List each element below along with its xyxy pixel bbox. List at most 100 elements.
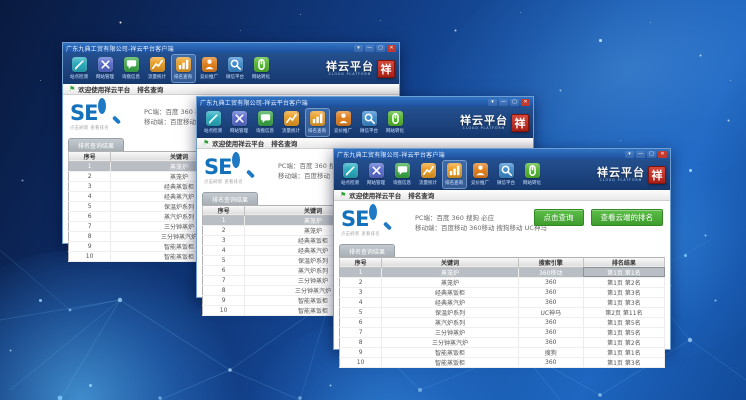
table-row[interactable]: 4经典蒸汽炉360第1页 第3名: [340, 297, 665, 307]
skin-button[interactable]: ▾: [625, 151, 634, 158]
col-header-keyword[interactable]: 关键词: [382, 257, 519, 267]
section-title: 排名查询: [137, 84, 163, 94]
welcome-bar: ⚑ 欢迎使用祥云平台 排名查询: [63, 84, 399, 95]
brand-badge-icon: 祥: [511, 114, 529, 132]
seo-panel: SE 点击刷新 查看排名 PC端：百度 360 搜狗 必应 移动端：百度移动 3…: [334, 201, 670, 244]
toolbar-item-site-check[interactable]: 站点检测: [201, 108, 226, 137]
minimize-button[interactable]: —: [499, 99, 508, 106]
toolbar-item-site-check[interactable]: 站点检测: [67, 54, 92, 83]
toolbar-item-wechat[interactable]: 微信平台: [223, 54, 248, 83]
results-tab[interactable]: 排名查询结果: [339, 244, 395, 257]
table-row[interactable]: 7三分钟蒸炉360第1页 第5名: [340, 327, 665, 337]
pc-engines: PC端：百度 360 搜狗 必应: [415, 213, 547, 223]
minimize-button[interactable]: —: [636, 151, 645, 158]
brand-name: 祥云平台: [597, 168, 645, 178]
rank-icon: [176, 57, 191, 72]
site-manage-icon: [98, 57, 113, 72]
results-tab[interactable]: 排名查询结果: [202, 192, 258, 205]
welcome-text: 欢迎使用祥云平台: [212, 138, 264, 148]
toolbar-item-inquiry[interactable]: 询盘信息: [119, 54, 144, 83]
brand-badge-icon: 祥: [648, 166, 666, 184]
brand-subtitle: CLOUD PLATFORM: [328, 72, 371, 76]
col-header-index[interactable]: 序号: [69, 151, 111, 161]
skin-button[interactable]: ▾: [354, 45, 363, 52]
welcome-text: 欢迎使用祥云平台: [78, 84, 130, 94]
toolbar-item-convert[interactable]: 网站转化: [520, 160, 545, 189]
brand-name: 祥云平台: [326, 62, 374, 72]
maximize-button[interactable]: ▢: [510, 99, 519, 106]
section-title: 排名查询: [408, 190, 434, 200]
view-cloud-rank-button[interactable]: 查看云端的排名: [591, 209, 664, 226]
title-bar[interactable]: 广东九典工贸有限公司-祥云平台客户端 ▾ — ▢ ✕: [197, 97, 533, 107]
toolbar-item-traffic[interactable]: 流量统计: [145, 54, 170, 83]
wechat-icon: [228, 57, 243, 72]
maximize-button[interactable]: ▢: [647, 151, 656, 158]
toolbar-item-traffic[interactable]: 流量统计: [279, 108, 304, 137]
toolbar-item-convert[interactable]: 网站转化: [249, 54, 274, 83]
toolbar-item-inquiry[interactable]: 询盘信息: [390, 160, 415, 189]
app-window: 广东九典工贸有限公司-祥云平台客户端 ▾ — ▢ ✕ 站点检测网站管理询盘信息流…: [333, 148, 671, 350]
toolbar-item-bid[interactable]: 竞价推广: [331, 108, 356, 137]
toolbar-item-site-check[interactable]: 站点检测: [338, 160, 363, 189]
close-button[interactable]: ✕: [387, 45, 396, 52]
maximize-button[interactable]: ▢: [376, 45, 385, 52]
close-button[interactable]: ✕: [658, 151, 667, 158]
table-row[interactable]: 5保温炉系列UC神马第2页 第11名: [340, 307, 665, 317]
site-check-icon: [343, 163, 358, 178]
toolbar-item-rank[interactable]: 排名查询: [305, 108, 330, 137]
table-row[interactable]: 6蒸汽炉系列360第1页 第5名: [340, 317, 665, 327]
toolbar-item-traffic[interactable]: 流量统计: [416, 160, 441, 189]
flag-icon: ⚑: [203, 140, 209, 147]
traffic-icon: [150, 57, 165, 72]
table-row[interactable]: 9智能蒸饭柜搜狗第1页 第1名: [340, 347, 665, 357]
background-stars: [0, 0, 1, 1]
col-header-result[interactable]: 排名结果: [583, 257, 664, 267]
toolbar-item-bid[interactable]: 竞价推广: [197, 54, 222, 83]
table-row[interactable]: 10智能蒸饭柜360第1页 第3名: [340, 357, 665, 367]
minimize-button[interactable]: —: [365, 45, 374, 52]
table-row[interactable]: 3经典蒸饭柜360第1页 第3名: [340, 287, 665, 297]
brand-name: 祥云平台: [460, 116, 508, 126]
toolbar-item-bid[interactable]: 竞价推广: [468, 160, 493, 189]
query-button[interactable]: 点击查询: [534, 209, 584, 226]
magnifier-icon: [98, 102, 119, 123]
close-button[interactable]: ✕: [521, 99, 530, 106]
site-check-icon: [72, 57, 87, 72]
flag-icon: ⚑: [340, 192, 346, 199]
magnifier-icon: [232, 156, 253, 177]
table-row[interactable]: 1蒸笼炉360移动第1页 第1名: [340, 267, 665, 277]
toolbar-item-convert[interactable]: 网站转化: [383, 108, 408, 137]
col-header-index[interactable]: 序号: [340, 257, 382, 267]
title-bar[interactable]: 广东九典工贸有限公司-祥云平台客户端 ▾ — ▢ ✕: [334, 149, 670, 159]
wechat-icon: [499, 163, 514, 178]
toolbar-item-site-manage[interactable]: 网站管理: [364, 160, 389, 189]
toolbar-item-wechat[interactable]: 微信平台: [357, 108, 382, 137]
seo-logo: SE 点击刷新 查看排名: [70, 102, 134, 131]
window-title: 广东九典工贸有限公司-祥云平台客户端: [200, 98, 488, 107]
window-title: 广东九典工贸有限公司-祥云平台客户端: [66, 44, 354, 53]
toolbar-item-rank[interactable]: 排名查询: [442, 160, 467, 189]
table-header-row: 序号 关键词 搜索引擎 排名结果: [340, 257, 665, 267]
col-header-engine[interactable]: 搜索引擎: [518, 257, 583, 267]
table-row[interactable]: 8三分钟蒸汽炉360第1页 第2名: [340, 337, 665, 347]
seo-logo: SE 点击刷新 查看排名: [341, 208, 405, 237]
main-toolbar: 站点检测网站管理询盘信息流量统计排名查询竞价推广微信平台网站转化 祥云平台 CL…: [334, 159, 670, 190]
traffic-icon: [421, 163, 436, 178]
window-controls: ▾ — ▢ ✕: [488, 99, 530, 106]
toolbar-item-inquiry[interactable]: 询盘信息: [253, 108, 278, 137]
rank-icon: [310, 111, 325, 126]
traffic-icon: [284, 111, 299, 126]
toolbar-item-rank[interactable]: 排名查询: [171, 54, 196, 83]
skin-button[interactable]: ▾: [488, 99, 497, 106]
engine-list: PC端：百度 360 搜狗 必应 移动端：百度移动 360移动 搜狗移动 UC神…: [415, 213, 547, 233]
toolbar-item-site-manage[interactable]: 网站管理: [227, 108, 252, 137]
results-tab[interactable]: 排名查询结果: [68, 138, 124, 151]
toolbar-item-site-manage[interactable]: 网站管理: [93, 54, 118, 83]
bid-icon: [336, 111, 351, 126]
inquiry-icon: [395, 163, 410, 178]
brand-logo: 祥云平台 CLOUD PLATFORM 祥: [326, 60, 395, 78]
table-row[interactable]: 2蒸笼炉360第1页 第2名: [340, 277, 665, 287]
title-bar[interactable]: 广东九典工贸有限公司-祥云平台客户端 ▾ — ▢ ✕: [63, 43, 399, 53]
toolbar-item-wechat[interactable]: 微信平台: [494, 160, 519, 189]
col-header-index[interactable]: 序号: [203, 205, 245, 215]
